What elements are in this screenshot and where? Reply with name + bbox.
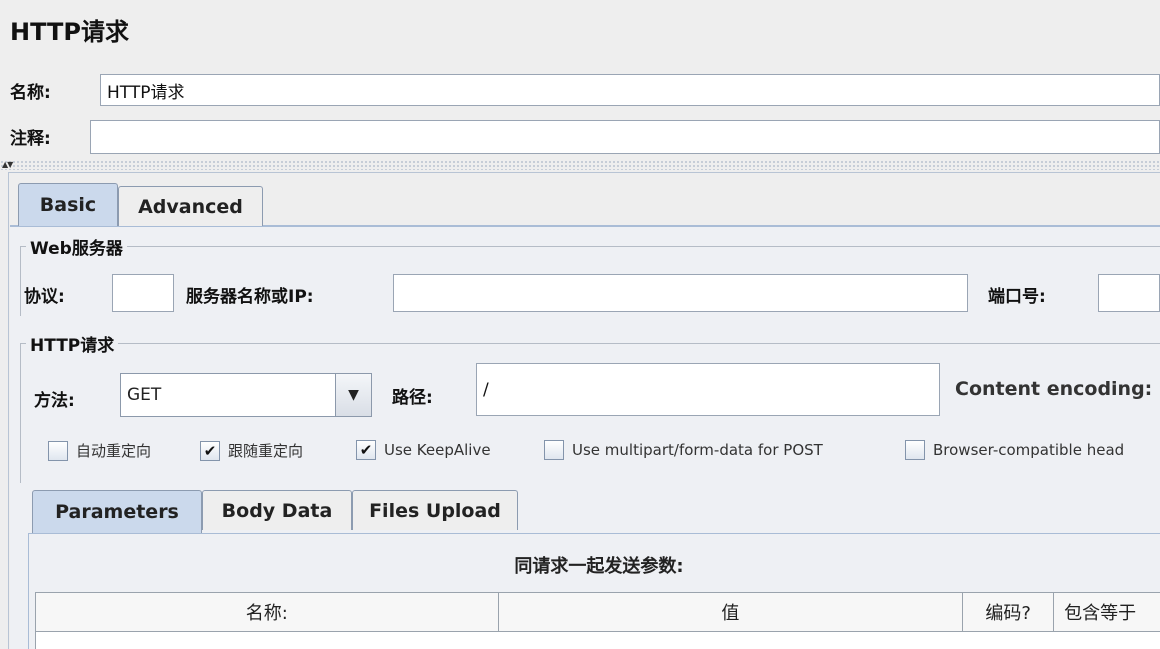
multipart-checkbox[interactable]: Use multipart/form-data for POST	[544, 440, 823, 460]
split-arrows-icon[interactable]: ▲▼	[2, 160, 13, 170]
page-title: HTTP请求	[10, 18, 129, 46]
method-value: GET	[127, 385, 162, 405]
splitter-handle[interactable]	[0, 160, 1160, 170]
http-request-group-left-border	[20, 343, 21, 483]
web-server-group-title: Web服务器	[26, 234, 127, 259]
column-header-encode[interactable]: 编码?	[963, 593, 1055, 631]
tab-files-upload[interactable]: Files Upload	[352, 490, 518, 530]
protocol-label: 协议:	[24, 287, 65, 307]
server-name-field[interactable]	[393, 274, 968, 312]
column-header-value[interactable]: 值	[499, 593, 964, 631]
follow-redirect-label: 跟随重定向	[228, 442, 304, 460]
keepalive-checkbox[interactable]: ✔ Use KeepAlive	[356, 440, 491, 460]
name-field[interactable]: HTTP请求	[100, 74, 1160, 106]
protocol-field[interactable]	[112, 274, 174, 312]
tab-body-data[interactable]: Body Data	[202, 490, 352, 530]
auto-redirect-checkbox[interactable]: 自动重定向	[48, 440, 151, 461]
tab-basic[interactable]: Basic	[18, 183, 118, 226]
parameters-table-header: 名称: 值 编码? 包含等于	[35, 592, 1160, 632]
method-select[interactable]: GET ▼	[120, 373, 372, 417]
parameters-caption: 同请求一起发送参数:	[514, 556, 684, 577]
checkbox-icon	[48, 440, 68, 461]
keepalive-label: Use KeepAlive	[384, 441, 491, 459]
checkbox-icon	[905, 440, 925, 460]
browser-compatible-label: Browser-compatible head	[933, 441, 1125, 459]
tab-advanced[interactable]: Advanced	[118, 186, 263, 226]
auto-redirect-label: 自动重定向	[76, 442, 152, 460]
comment-field[interactable]	[90, 120, 1160, 154]
method-label: 方法:	[34, 391, 75, 411]
path-field[interactable]: /	[476, 363, 940, 416]
web-server-group-border	[20, 246, 1160, 247]
content-encoding-label: Content encoding:	[955, 378, 1153, 400]
check-icon: ✔	[200, 440, 220, 461]
browser-compatible-checkbox[interactable]: Browser-compatible head	[905, 440, 1124, 460]
multipart-label: Use multipart/form-data for POST	[572, 441, 823, 459]
name-label: 名称:	[10, 83, 51, 103]
tab-parameters[interactable]: Parameters	[32, 490, 202, 533]
checkbox-icon	[544, 440, 564, 460]
column-header-name[interactable]: 名称:	[36, 593, 499, 631]
port-field[interactable]	[1098, 274, 1160, 312]
http-request-group-border	[20, 343, 1160, 344]
follow-redirect-checkbox[interactable]: ✔ 跟随重定向	[200, 440, 303, 461]
port-label: 端口号:	[988, 287, 1046, 307]
server-name-label: 服务器名称或IP:	[186, 287, 314, 307]
path-label: 路径:	[392, 388, 433, 408]
column-header-include-equals[interactable]: 包含等于	[1054, 593, 1160, 631]
http-request-group-title: HTTP请求	[26, 331, 119, 356]
check-icon: ✔	[356, 440, 376, 460]
chevron-down-icon[interactable]: ▼	[335, 374, 371, 416]
comment-label: 注释:	[10, 129, 51, 149]
parameters-table-body[interactable]	[35, 632, 1160, 649]
web-server-group-left-border	[20, 246, 21, 316]
